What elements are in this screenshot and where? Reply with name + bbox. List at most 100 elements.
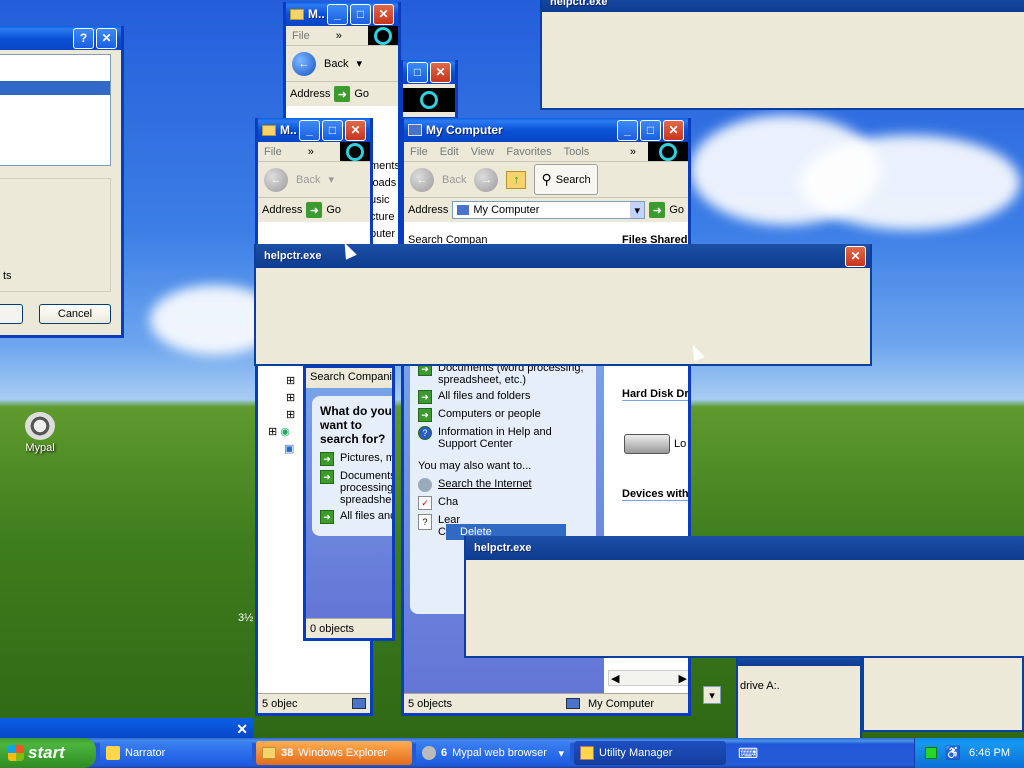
search-icon: ⚲ bbox=[541, 171, 552, 187]
keyboard-icon[interactable]: ⌨ bbox=[738, 745, 758, 762]
back-arrow-icon[interactable]: ← bbox=[264, 167, 288, 192]
menu-file[interactable]: File bbox=[292, 30, 310, 42]
back-button-label[interactable]: Back bbox=[324, 58, 348, 70]
up-folder-icon[interactable]: ↑ bbox=[506, 170, 527, 189]
go-arrow-icon[interactable]: ➜ bbox=[306, 202, 323, 218]
close-button[interactable]: ✕ bbox=[845, 245, 866, 267]
forward-arrow-icon[interactable]: → bbox=[474, 167, 499, 192]
list-item[interactable]: usic bbox=[370, 192, 398, 209]
tree-node-icon[interactable]: ▣ bbox=[284, 441, 295, 458]
dialog-button-partial[interactable] bbox=[0, 304, 23, 324]
explorer-2-titlebar: M... _ □ ✕ bbox=[258, 118, 370, 142]
menu-tools[interactable]: Tools bbox=[564, 146, 590, 158]
clock[interactable]: 6:46 PM bbox=[969, 747, 1010, 759]
dialog-list[interactable] bbox=[0, 54, 111, 166]
search-option-all-files[interactable]: ➜ All files and folders bbox=[418, 390, 588, 404]
chevron-down-icon[interactable]: ▾ bbox=[356, 57, 362, 70]
menu-edit[interactable]: Edit bbox=[440, 146, 459, 158]
folder-icon bbox=[262, 747, 276, 759]
cancel-button[interactable]: Cancel bbox=[39, 304, 111, 324]
dropdown-arrow-box[interactable]: ▾ bbox=[703, 686, 721, 704]
go-arrow-icon[interactable]: ➜ bbox=[334, 86, 351, 102]
close-button[interactable]: ✕ bbox=[373, 3, 394, 25]
taskbar-button-windows-explorer[interactable]: 38 Windows Explorer bbox=[256, 741, 412, 765]
back-arrow-icon[interactable]: ← bbox=[292, 51, 316, 76]
chevron-down-icon[interactable]: ▾ bbox=[328, 173, 334, 186]
list-item[interactable]: puter bbox=[370, 226, 398, 243]
chevron-down-icon[interactable]: ▾ bbox=[630, 202, 645, 218]
list-item[interactable]: loads bbox=[370, 175, 398, 192]
back-button-label[interactable]: Back bbox=[442, 174, 466, 186]
maximize-button[interactable]: □ bbox=[407, 61, 428, 83]
search-option-help[interactable]: ? Information in Help and Support Center bbox=[418, 426, 588, 450]
horizontal-scrollbar[interactable]: ◀ ▶ bbox=[608, 670, 688, 686]
search-button[interactable]: ⚲ Search bbox=[534, 164, 598, 195]
green-arrow-icon: ➜ bbox=[320, 510, 334, 524]
left-dialog-window: ? ✕ ts Cancel bbox=[0, 26, 124, 338]
selected-list-row[interactable] bbox=[0, 81, 110, 95]
chevron-down-icon[interactable]: ▾ bbox=[558, 747, 564, 760]
minimize-button[interactable]: _ bbox=[327, 3, 348, 25]
chevron-icon[interactable]: » bbox=[630, 146, 636, 158]
address-label: Address bbox=[290, 88, 331, 100]
scroll-left-icon[interactable]: ◀ bbox=[611, 672, 619, 685]
address-input[interactable]: My Computer ▾ bbox=[452, 201, 646, 219]
go-label[interactable]: Go bbox=[669, 204, 684, 216]
menu-file[interactable]: File bbox=[410, 146, 428, 158]
menu-favorites[interactable]: Favorites bbox=[506, 146, 551, 158]
menu-view[interactable]: View bbox=[471, 146, 495, 158]
close-button[interactable]: ✕ bbox=[345, 119, 366, 141]
close-button[interactable]: ✕ bbox=[430, 61, 451, 83]
tree-expand-icon[interactable]: ⊞ bbox=[286, 373, 295, 390]
go-arrow-icon[interactable]: ➜ bbox=[649, 202, 666, 218]
search-companion-header: Search Companion bbox=[306, 368, 392, 388]
windows-throbber-icon bbox=[339, 142, 370, 161]
windows-throbber-icon bbox=[403, 88, 455, 112]
search-option-computers[interactable]: ➜ Computers or people bbox=[418, 408, 588, 422]
globe-search-icon bbox=[418, 478, 432, 492]
chevron-icon[interactable]: » bbox=[336, 30, 342, 42]
search-option-pictures[interactable]: ➜ Pictures, m bbox=[320, 452, 392, 466]
close-button[interactable]: ✕ bbox=[96, 27, 117, 49]
also-item-internet[interactable]: Search the Internet bbox=[418, 478, 588, 492]
start-button[interactable]: start bbox=[0, 738, 96, 768]
scroll-right-icon[interactable]: ▶ bbox=[679, 672, 687, 685]
also-item-change[interactable]: ✓ Cha bbox=[418, 496, 588, 510]
list-item[interactable]: ments bbox=[370, 158, 398, 175]
maximize-button[interactable]: □ bbox=[640, 119, 661, 141]
windows-throbber-icon bbox=[367, 26, 398, 45]
green-status-icon[interactable] bbox=[924, 747, 937, 759]
search-option-documents[interactable]: ➜ Documents processing spreadshee bbox=[320, 470, 392, 506]
tree-expand-icon[interactable]: ⊞ ◉ bbox=[268, 424, 295, 441]
minimize-button[interactable]: _ bbox=[617, 119, 638, 141]
local-disk-item[interactable]: Lo bbox=[624, 434, 686, 454]
dialog-group bbox=[0, 178, 111, 292]
go-label[interactable]: Go bbox=[326, 204, 341, 216]
back-arrow-icon[interactable]: ← bbox=[410, 167, 434, 192]
search-option-all-files[interactable]: ➜ All files and bbox=[320, 510, 392, 524]
go-label[interactable]: Go bbox=[354, 88, 369, 100]
help-button[interactable]: ? bbox=[73, 27, 94, 49]
accessibility-icon[interactable]: ♿ bbox=[945, 745, 961, 761]
close-button[interactable]: ✕ bbox=[663, 119, 684, 141]
close-icon[interactable]: ✕ bbox=[236, 721, 248, 738]
maximize-button[interactable]: □ bbox=[322, 119, 343, 141]
back-button-label[interactable]: Back bbox=[296, 174, 320, 186]
tree-expand-icon[interactable]: ⊞ bbox=[286, 407, 295, 424]
taskbar-button-utility-manager[interactable]: Utility Manager bbox=[574, 741, 726, 765]
minimize-button[interactable]: _ bbox=[299, 119, 320, 141]
list-item[interactable]: cture bbox=[370, 209, 398, 226]
taskbar-button-narrator[interactable]: Narrator bbox=[100, 741, 252, 765]
taskbar-button-mypal[interactable]: 6 Mypal web browser ▾ bbox=[416, 741, 570, 765]
search-companion-window: Search Companion What do you want to sea… bbox=[303, 365, 395, 641]
chevron-icon[interactable]: » bbox=[308, 146, 314, 158]
tree-expand-icon[interactable]: ⊞ bbox=[286, 390, 295, 407]
maximize-button[interactable]: □ bbox=[350, 3, 371, 25]
helpctr-titlebar: helpctr.exe bbox=[542, 0, 1024, 12]
explorer-1-titlebar: M... _ □ ✕ bbox=[286, 2, 398, 26]
narrator-icon bbox=[106, 746, 120, 760]
menu-file[interactable]: File bbox=[264, 146, 282, 158]
mypal-desktop-icon[interactable]: Mypal bbox=[18, 412, 62, 454]
taskbar: start Narrator 38 Windows Explorer 6 Myp… bbox=[0, 738, 1024, 768]
green-arrow-icon: ➜ bbox=[418, 390, 432, 404]
